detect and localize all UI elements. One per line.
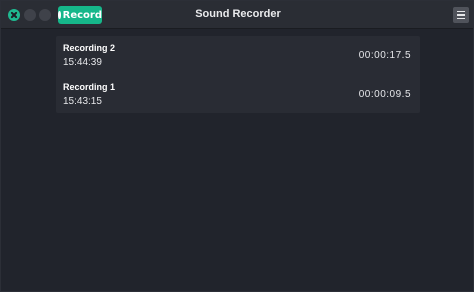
recording-name: Recording 1	[63, 82, 116, 92]
hamburger-menu-icon[interactable]	[453, 7, 469, 23]
recording-time: 15:44:39	[63, 57, 102, 68]
window-title: Sound Recorder	[195, 8, 281, 20]
recording-duration: 00:00:17.5	[358, 50, 411, 61]
sound-recorder-window: Record Sound Recorder Recording 2 15:44:…	[0, 0, 474, 292]
recordings-list: Recording 2 15:44:39 00:00:17.5 Recordin…	[56, 36, 420, 113]
recording-duration: 00:00:09.5	[358, 89, 411, 100]
recording-time: 15:43:15	[63, 96, 102, 107]
recording-name: Recording 2	[63, 43, 116, 53]
title-bar: Record Sound Recorder	[1, 1, 473, 29]
list-item[interactable]: Recording 1 15:43:15 00:00:09.5	[56, 77, 420, 115]
list-item[interactable]: Recording 2 15:44:39 00:00:17.5	[56, 38, 420, 76]
